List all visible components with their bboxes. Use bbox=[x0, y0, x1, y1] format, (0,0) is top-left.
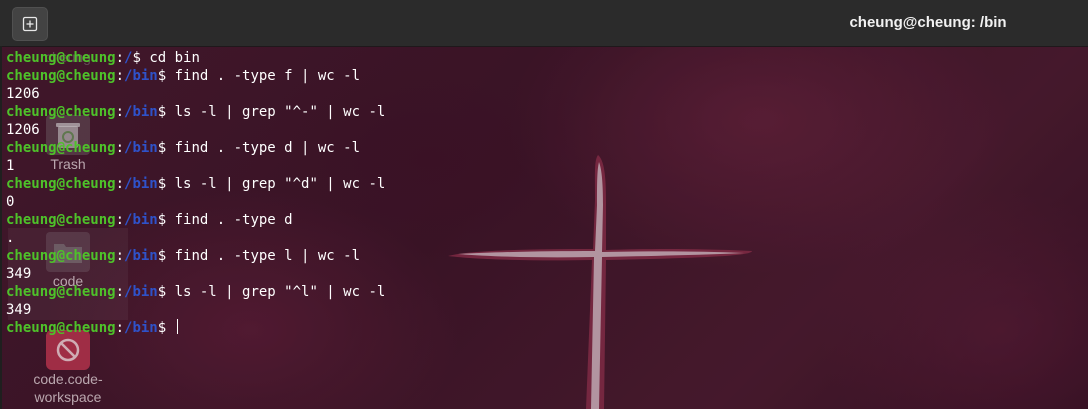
prompt-line: cheung@cheung:/bin$ bbox=[6, 319, 385, 337]
terminal-output: cheung@cheung:/$ cd bin cheung@cheung:/bi… bbox=[6, 49, 385, 337]
command-output: 1206 bbox=[6, 122, 40, 138]
prompt-sign: $ bbox=[157, 284, 175, 300]
command-output: 1206 bbox=[6, 86, 40, 102]
prompt-sign: $ bbox=[157, 176, 175, 192]
prompt-separator: : bbox=[115, 50, 125, 66]
prompt-line: cheung@cheung:/bin$ find . -type f | wc … bbox=[6, 67, 385, 85]
command-text: cd bin bbox=[149, 50, 200, 66]
prompt-line: cheung@cheung:/bin$ find . -type d | wc … bbox=[6, 139, 385, 157]
command-text: find . -type d bbox=[174, 212, 293, 228]
command-output: . bbox=[6, 230, 15, 246]
terminal-header-bar: cheung@cheung: /bin bbox=[0, 0, 1088, 47]
command-text: find . -type l | wc -l bbox=[174, 248, 361, 264]
prompt-user-host: cheung@cheung bbox=[6, 212, 116, 228]
command-text: find . -type d | wc -l bbox=[174, 140, 361, 156]
prompt-user-host: cheung@cheung bbox=[6, 248, 116, 264]
prompt-line: cheung@cheung:/bin$ find . -type l | wc … bbox=[6, 247, 385, 265]
prompt-separator: : bbox=[115, 68, 125, 84]
prompt-line: cheung@cheung:/bin$ find . -type d bbox=[6, 211, 385, 229]
prompt-user-host: cheung@cheung bbox=[6, 104, 116, 120]
prompt-path: /bin bbox=[124, 104, 158, 120]
prompt-sign: $ bbox=[157, 68, 175, 84]
prompt-separator: : bbox=[115, 320, 125, 336]
prompt-separator: : bbox=[115, 284, 125, 300]
prompt-line: cheung@cheung:/bin$ ls -l | grep "^l" | … bbox=[6, 283, 385, 301]
prompt-path: /bin bbox=[124, 248, 158, 264]
prompt-sign: $ bbox=[157, 320, 175, 336]
prompt-user-host: cheung@cheung bbox=[6, 320, 116, 336]
prompt-path: /bin bbox=[124, 284, 158, 300]
prompt-separator: : bbox=[115, 248, 125, 264]
command-text: ls -l | grep "^d" | wc -l bbox=[174, 176, 386, 192]
prompt-separator: : bbox=[115, 104, 125, 120]
command-text: ls -l | grep "^-" | wc -l bbox=[174, 104, 386, 120]
prompt-path: /bin bbox=[124, 212, 158, 228]
prompt-user-host: cheung@cheung bbox=[6, 284, 116, 300]
prompt-line: cheung@cheung:/$ cd bin bbox=[6, 49, 385, 67]
prompt-path: /bin bbox=[124, 176, 158, 192]
prompt-sign: $ bbox=[157, 212, 175, 228]
prompt-user-host: cheung@cheung bbox=[6, 50, 116, 66]
terminal-left-edge bbox=[0, 46, 2, 409]
command-text: ls -l | grep "^l" | wc -l bbox=[174, 284, 386, 300]
command-text: find . -type f | wc -l bbox=[174, 68, 361, 84]
prompt-line: cheung@cheung:/bin$ ls -l | grep "^d" | … bbox=[6, 175, 385, 193]
prompt-user-host: cheung@cheung bbox=[6, 68, 116, 84]
prompt-sign: $ bbox=[157, 140, 175, 156]
prompt-sign: $ bbox=[157, 104, 175, 120]
prompt-separator: : bbox=[115, 176, 125, 192]
command-output: 349 bbox=[6, 266, 32, 282]
prompt-path: /bin bbox=[124, 320, 158, 336]
prompt-user-host: cheung@cheung bbox=[6, 176, 116, 192]
text-cursor bbox=[176, 319, 178, 334]
prompt-line: cheung@cheung:/bin$ ls -l | grep "^-" | … bbox=[6, 103, 385, 121]
prompt-sign: $ bbox=[157, 248, 175, 264]
window-title: cheung@cheung: /bin bbox=[849, 14, 1007, 31]
prompt-path: /bin bbox=[124, 140, 158, 156]
terminal-view[interactable]: cheung@cheung:/$ cd bin cheung@cheung:/bi… bbox=[0, 46, 1088, 409]
command-output: 0 bbox=[6, 194, 15, 210]
command-output: 349 bbox=[6, 302, 32, 318]
prompt-separator: : bbox=[115, 140, 125, 156]
prompt-user-host: cheung@cheung bbox=[6, 140, 116, 156]
prompt-sign: $ bbox=[132, 50, 150, 66]
command-output: 1 bbox=[6, 158, 15, 174]
prompt-path: /bin bbox=[124, 68, 158, 84]
prompt-separator: : bbox=[115, 212, 125, 228]
